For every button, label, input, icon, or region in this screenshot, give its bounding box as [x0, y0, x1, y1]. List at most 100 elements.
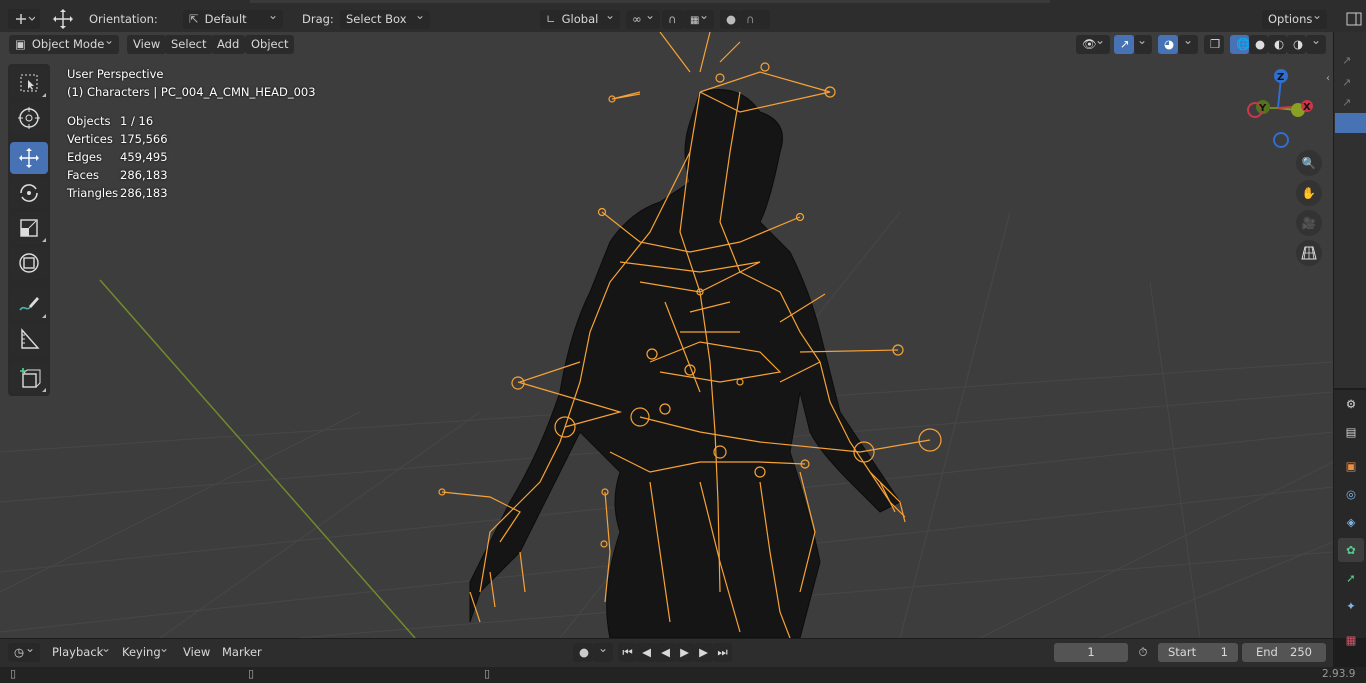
stat-objects-label: Objects — [67, 114, 111, 128]
object-tab[interactable]: ▣ — [1338, 454, 1364, 478]
viewport[interactable] — [0, 32, 1333, 638]
add-menu[interactable]: Add — [211, 35, 246, 54]
gizmo-toggle[interactable]: ↗ — [1114, 35, 1134, 54]
play-icon: ▶ — [680, 645, 689, 659]
shading-material[interactable]: ◐ — [1268, 35, 1287, 54]
timeline-view-menu[interactable]: View — [177, 643, 216, 662]
add-cube-tool[interactable] — [10, 362, 48, 394]
cursor-icon — [18, 107, 40, 129]
keying-set-dropdown[interactable] — [593, 639, 613, 662]
constraints-tab[interactable]: ◈ — [1338, 510, 1364, 534]
cursor-tool[interactable] — [10, 102, 48, 134]
annotate-tool[interactable] — [10, 288, 48, 320]
proportional-edit-toggle[interactable]: ● — [720, 10, 740, 29]
pan-hand-icon[interactable]: ✋ — [1296, 180, 1322, 206]
modifier-tab[interactable]: ◎ — [1338, 482, 1364, 506]
mode-dropdown[interactable]: ▣ Object Mode — [9, 31, 119, 54]
cursor-select-icon — [20, 74, 38, 92]
perspective-grid-icon[interactable] — [1296, 240, 1322, 266]
bone-icon: ➚ — [1346, 571, 1356, 585]
object-menu[interactable]: Object — [245, 35, 295, 54]
rotate-tool[interactable] — [10, 177, 48, 209]
visibility-dropdown[interactable]: 👁 — [1076, 31, 1110, 54]
scale-icon — [20, 219, 38, 237]
orientation-dropdown[interactable]: ⇱ Default — [183, 6, 283, 29]
render-tab[interactable]: ▤ — [1338, 420, 1364, 444]
scale-tool[interactable] — [10, 212, 48, 244]
record-icon: ● — [579, 645, 590, 659]
play-reverse-button[interactable]: ◀ — [656, 643, 675, 662]
falloff-dropdown[interactable]: ∩ — [740, 10, 770, 29]
armature-data-tab[interactable]: ✿ — [1338, 538, 1364, 562]
outliner-selected-row[interactable] — [1335, 113, 1366, 133]
object-square-icon: ▣ — [1345, 459, 1357, 473]
prev-keyframe-button[interactable]: ◀ — [637, 643, 656, 662]
shading-rendered[interactable]: ◑ — [1287, 35, 1306, 54]
current-frame-field[interactable]: 1 — [1054, 643, 1128, 662]
drag-dropdown[interactable]: Select Box — [340, 6, 430, 29]
prev-keyframe-icon: ◀ — [642, 645, 651, 659]
gizmo-dropdown[interactable] — [1134, 31, 1152, 54]
jump-start-button[interactable]: ⏮ — [618, 643, 637, 662]
transform-orientation-dropdown[interactable]: ∟ Global — [540, 6, 620, 29]
move-tool[interactable] — [10, 142, 48, 174]
character-mesh — [469, 89, 901, 638]
material-shading-icon: ◐ — [1274, 37, 1285, 51]
keying-menu[interactable]: Keying — [116, 639, 174, 662]
snap-increment-icon: ▦ — [690, 15, 700, 26]
mouse-right-icon: ▯ — [484, 667, 491, 680]
falloff-curve-icon: ∩ — [746, 12, 755, 26]
overlays-icon: ◕ — [1164, 37, 1175, 51]
play-button[interactable]: ▶ — [675, 643, 694, 662]
magnet-icon: ∩ — [668, 12, 677, 26]
orientation-icon: ⇱ — [189, 12, 199, 26]
transform-tool[interactable] — [10, 247, 48, 279]
measure-tool[interactable] — [10, 323, 48, 355]
select-box-tool[interactable] — [10, 67, 48, 99]
shading-solid[interactable]: ● — [1249, 35, 1268, 54]
playback-menu[interactable]: Playback — [46, 639, 116, 662]
camera-view-icon[interactable]: 🎥 — [1296, 210, 1322, 236]
timeline-editor-type[interactable]: ◷ — [8, 639, 40, 662]
next-keyframe-icon: ▶ — [699, 645, 708, 659]
start-frame-field[interactable]: Start 1 — [1158, 643, 1238, 662]
eye-icon: 👁 — [1082, 37, 1097, 51]
bone-constraint-icon: ✦ — [1346, 599, 1356, 613]
sidebar-toggle-icon[interactable] — [1343, 8, 1365, 30]
navigation-gizmo[interactable]: Z Y X — [1240, 64, 1320, 154]
status-bar — [0, 667, 1366, 683]
rotate-icon — [20, 184, 38, 202]
texture-checker-icon: ▦ — [1345, 633, 1357, 647]
xray-toggle[interactable]: ❐ — [1204, 35, 1224, 54]
gizmo-z-label: Z — [1277, 72, 1284, 83]
editor-type-icon[interactable] — [8, 9, 40, 29]
texture-tab[interactable]: ▦ — [1338, 628, 1364, 652]
snap-target-dropdown[interactable]: ▦ — [684, 6, 714, 29]
stat-vertices-value: 175,566 — [120, 132, 168, 146]
shading-dropdown[interactable] — [1306, 31, 1326, 54]
select-menu[interactable]: Select — [165, 35, 213, 54]
auto-keying-toggle[interactable]: ● — [573, 643, 593, 662]
options-dropdown[interactable]: Options — [1262, 6, 1327, 29]
pivot-point-dropdown[interactable]: ∞ — [626, 6, 660, 29]
end-frame-field[interactable]: End 250 — [1242, 643, 1326, 662]
outliner-collapse-icon[interactable]: ‹ — [1326, 73, 1330, 84]
tool-properties-tab[interactable]: ⚙ — [1338, 392, 1364, 416]
outliner-arrow-1-icon: ↗ — [1342, 54, 1352, 67]
bone-constraint-tab[interactable]: ✦ — [1338, 594, 1364, 618]
marker-menu[interactable]: Marker — [216, 643, 268, 662]
overlays-dropdown[interactable] — [1178, 31, 1198, 54]
view-menu[interactable]: View — [127, 35, 167, 54]
bone-tab[interactable]: ➚ — [1338, 566, 1364, 590]
jump-end-button[interactable]: ⏭ — [713, 643, 732, 662]
overlays-toggle[interactable]: ◕ — [1158, 35, 1178, 54]
stat-triangles-value: 286,183 — [120, 186, 168, 200]
next-keyframe-button[interactable]: ▶ — [694, 643, 713, 662]
move-gizmo-icon[interactable] — [50, 8, 76, 30]
workspace-tabs-strip — [250, 0, 1050, 3]
snap-toggle[interactable]: ∩ — [662, 10, 684, 29]
stat-edges-label: Edges — [67, 150, 102, 164]
shading-wireframe[interactable]: 🌐 — [1230, 35, 1250, 54]
zoom-icon[interactable]: 🔍 — [1296, 150, 1322, 176]
stopwatch-icon[interactable]: ⏱ — [1133, 643, 1153, 662]
